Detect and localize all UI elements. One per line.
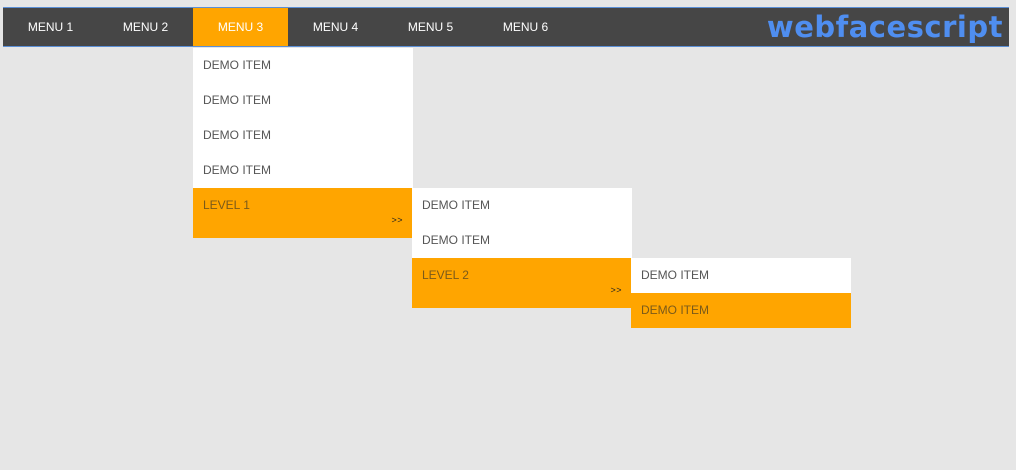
submenu2-item-demo-1[interactable]: DEMO ITEM <box>631 258 851 293</box>
nav-menu-2[interactable]: MENU 2 <box>98 8 193 46</box>
dropdown-item-demo-3[interactable]: DEMO ITEM <box>193 118 413 153</box>
submenu-arrow-icon: >> <box>391 215 403 225</box>
submenu-arrow-icon: >> <box>610 285 622 295</box>
nav-menu-3[interactable]: MENU 3 <box>193 8 288 46</box>
dropdown-item-demo-1[interactable]: DEMO ITEM <box>193 48 413 83</box>
page: MENU 1 MENU 2 MENU 3 MENU 4 MENU 5 MENU … <box>0 0 1016 470</box>
submenu-item-demo-1[interactable]: DEMO ITEM <box>412 188 632 223</box>
dropdown-item-label: LEVEL 1 <box>203 198 250 212</box>
nav-menu-4[interactable]: MENU 4 <box>288 8 383 46</box>
submenu-item-label: LEVEL 2 <box>422 268 469 282</box>
nav-menu-5[interactable]: MENU 5 <box>383 8 478 46</box>
submenu-item-level-2[interactable]: LEVEL 2 >> <box>412 258 632 308</box>
dropdown-item-level-1[interactable]: LEVEL 1 >> <box>193 188 413 238</box>
dropdown-menu-3: DEMO ITEM DEMO ITEM DEMO ITEM DEMO ITEM … <box>193 48 413 238</box>
dropdown-item-demo-2[interactable]: DEMO ITEM <box>193 83 413 118</box>
logo: webfacescript <box>766 10 1003 44</box>
main-navbar: MENU 1 MENU 2 MENU 3 MENU 4 MENU 5 MENU … <box>3 7 1009 47</box>
submenu-level-2: DEMO ITEM DEMO ITEM <box>631 258 851 328</box>
submenu2-item-demo-2[interactable]: DEMO ITEM <box>631 293 851 328</box>
submenu-item-demo-2[interactable]: DEMO ITEM <box>412 223 632 258</box>
submenu-level-1: DEMO ITEM DEMO ITEM LEVEL 2 >> <box>412 188 632 308</box>
nav-menu-1[interactable]: MENU 1 <box>3 8 98 46</box>
dropdown-item-demo-4[interactable]: DEMO ITEM <box>193 153 413 188</box>
nav-menu-6[interactable]: MENU 6 <box>478 8 573 46</box>
